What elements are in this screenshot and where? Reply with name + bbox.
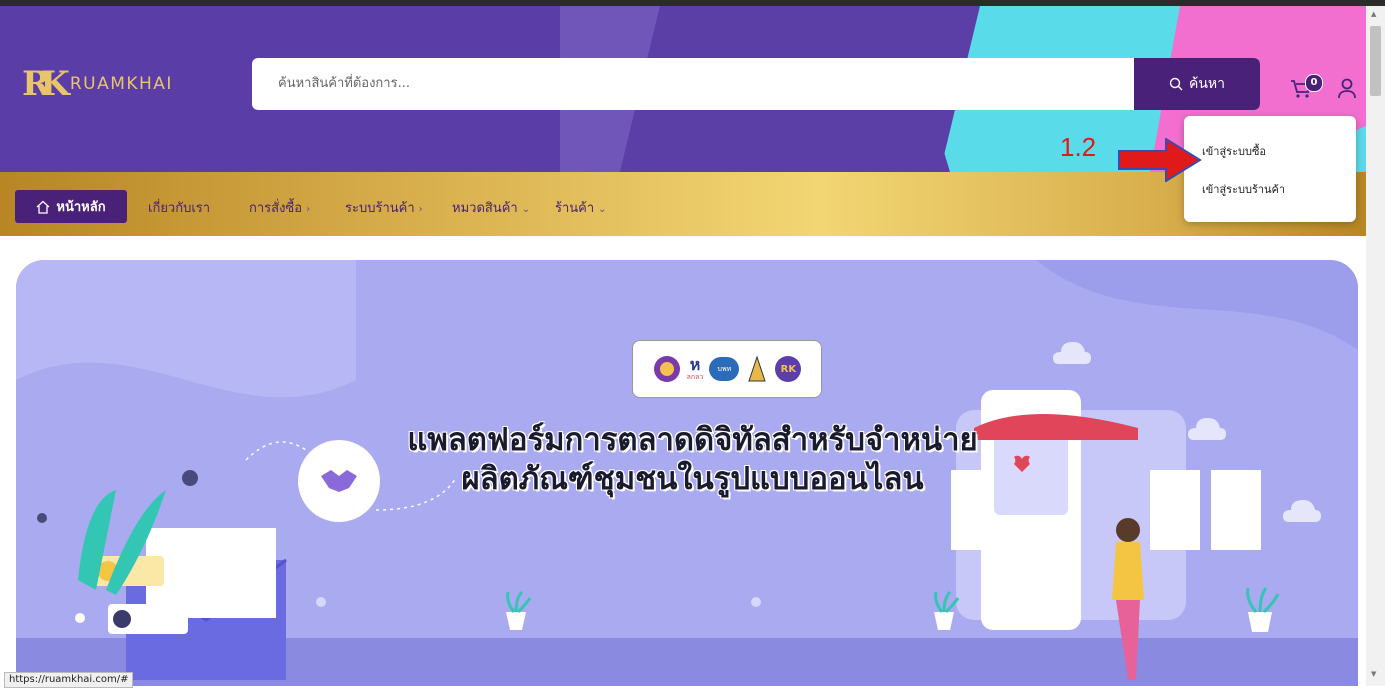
partner-logo-3-text: บพท xyxy=(717,364,732,373)
search-bar: ค้นหาสินค้าที่ต้องการ... ค้นหา xyxy=(252,58,1260,110)
scroll-up-icon[interactable]: ▲ xyxy=(1371,10,1376,18)
handshake-icon xyxy=(298,440,380,522)
partner-logos: ห ลกลว บพท RK xyxy=(632,340,822,398)
cart-count-badge: 0 xyxy=(1305,74,1323,92)
partner-logo-emblem-icon xyxy=(653,356,680,382)
annotation-step-label: 1.2 xyxy=(1060,132,1097,162)
search-button-label: ค้นหา xyxy=(1188,76,1226,92)
scroll-down-icon[interactable]: ▼ xyxy=(1371,670,1376,678)
partner-logo-5: RK xyxy=(775,356,802,382)
chevron-down-icon: ⌄ xyxy=(521,204,531,215)
partner-logo-5-text: RK xyxy=(780,363,797,375)
chevron-right-icon: › xyxy=(418,204,423,215)
hero-headline-line2: ผลิตภัณฑ์ชุมชนในรูปแบบออนไลน xyxy=(461,461,924,497)
scrollbar-thumb[interactable] xyxy=(1370,26,1381,96)
brand-name: RUAMKHAI xyxy=(69,74,173,94)
nav-home-label: หน้าหลัก xyxy=(56,200,106,215)
partner-logo-2-mark-icon: ห xyxy=(689,355,701,374)
nav-item-label: เกี่ยวกับเรา xyxy=(148,201,211,216)
menu-item-shop-login[interactable]: เข้าสู่ระบบร้านค้า xyxy=(1202,180,1285,198)
nav-item-label: หมวดสินค้า xyxy=(452,201,518,216)
nav-home-button[interactable]: หน้าหลัก xyxy=(15,190,127,223)
partner-logo-3: บพท xyxy=(709,357,740,381)
chevron-right-icon: › xyxy=(306,204,311,215)
nav-item-about[interactable]: เกี่ยวกับเรา xyxy=(148,197,210,218)
nav-item-label: การสั่งซื้อ xyxy=(249,201,303,216)
page-scrollbar[interactable]: ▲ ▼ xyxy=(1366,6,1385,686)
search-input[interactable]: ค้นหาสินค้าที่ต้องการ... xyxy=(278,58,410,110)
partner-logo-2-text: ลกลว xyxy=(686,373,704,381)
nav-item-categories[interactable]: หมวดสินค้า ⌄ xyxy=(452,197,530,218)
brand-logo[interactable]: RK RUAMKHAI xyxy=(22,64,173,104)
chevron-down-icon: ⌄ xyxy=(598,204,607,215)
annotation-arrow-icon xyxy=(1118,138,1202,182)
partner-logo-2: ห ลกลว xyxy=(686,355,704,382)
nav-item-label: ร้านค้า xyxy=(555,201,595,216)
account-dropdown-menu: เข้าสู่ระบบซื้อ เข้าสู่ระบบร้านค้า xyxy=(1184,116,1356,222)
nav-item-shop-system[interactable]: ระบบร้านค้า › xyxy=(345,197,423,218)
nav-item-ordering[interactable]: การสั่งซื้อ › xyxy=(249,197,310,218)
menu-item-buyer-login[interactable]: เข้าสู่ระบบซื้อ xyxy=(1202,142,1266,160)
user-icon[interactable] xyxy=(1337,78,1357,100)
partner-logo-temple-icon xyxy=(748,355,767,382)
logo-mark: RK xyxy=(22,64,70,104)
nav-item-shops[interactable]: ร้านค้า ⌄ xyxy=(555,197,607,218)
home-icon xyxy=(36,200,50,214)
search-button[interactable]: ค้นหา xyxy=(1134,58,1260,110)
nav-item-label: ระบบร้านค้า xyxy=(345,201,415,216)
search-icon xyxy=(1169,77,1183,91)
